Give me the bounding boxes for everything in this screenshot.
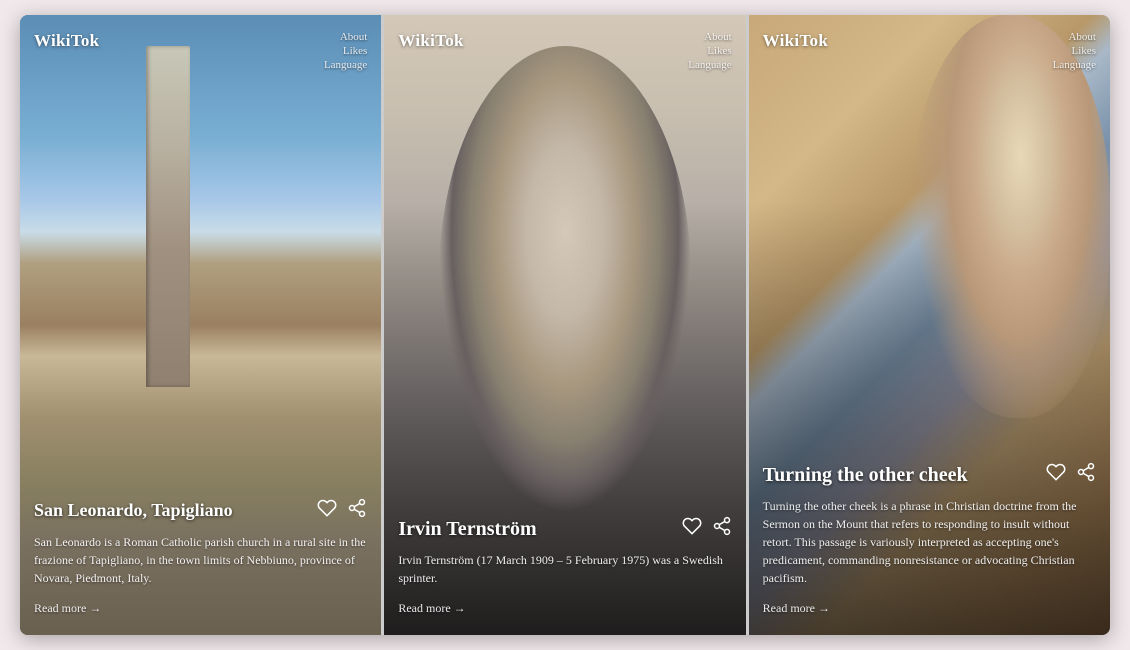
read-more-1[interactable]: Read more →: [34, 601, 101, 616]
brand-logo-3: WikiTok: [763, 31, 828, 51]
nav-about-3[interactable]: About: [1068, 31, 1096, 43]
card-3-title: Turning the other cheek: [763, 463, 968, 487]
card-2-title: Irvin Ternström: [398, 517, 536, 541]
like-button-1[interactable]: [317, 498, 337, 523]
card-irvin: WikiTok About Likes Language Irvin Terns…: [384, 15, 745, 635]
card-1-actions: [317, 498, 367, 523]
nav-language-2[interactable]: Language: [688, 59, 731, 71]
card-1-title: San Leonardo, Tapigliano: [34, 500, 233, 522]
card-1-header: WikiTok About Likes Language: [20, 15, 381, 71]
nav-likes-3[interactable]: Likes: [1072, 45, 1096, 57]
nav-about-1[interactable]: About: [340, 31, 368, 43]
card-2-nav: About Likes Language: [688, 31, 731, 71]
nav-about-2[interactable]: About: [704, 31, 732, 43]
card-2-description: Irvin Ternström (17 March 1909 – 5 Febru…: [398, 551, 731, 587]
nav-likes-2[interactable]: Likes: [707, 45, 731, 57]
wikitok-container: WikiTok About Likes Language San Leonard…: [20, 15, 1110, 635]
nav-language-1[interactable]: Language: [324, 59, 367, 71]
like-button-3[interactable]: [1046, 462, 1066, 487]
brand-logo-2: WikiTok: [398, 31, 463, 51]
card-2-footer: Irvin Ternström Irvin Ternström (17 Marc…: [384, 502, 745, 635]
like-button-2[interactable]: [682, 516, 702, 541]
card-1-title-row: San Leonardo, Tapigliano: [34, 498, 367, 523]
read-more-2[interactable]: Read more →: [398, 601, 465, 616]
card-2-header: WikiTok About Likes Language: [384, 15, 745, 71]
brand-logo-1: WikiTok: [34, 31, 99, 51]
card-san-leonardo: WikiTok About Likes Language San Leonard…: [20, 15, 381, 635]
card-2-title-row: Irvin Ternström: [398, 516, 731, 541]
card-1-nav: About Likes Language: [324, 31, 367, 71]
card-3-header: WikiTok About Likes Language: [749, 15, 1110, 71]
card-3-nav: About Likes Language: [1053, 31, 1096, 71]
share-button-1[interactable]: [347, 498, 367, 523]
card-turning-cheek: WikiTok About Likes Language Turning the…: [749, 15, 1110, 635]
card-3-description: Turning the other cheek is a phrase in C…: [763, 497, 1096, 587]
share-button-3[interactable]: [1076, 462, 1096, 487]
card-1-footer: San Leonardo, Tapigliano San Leonardo is…: [20, 484, 381, 635]
nav-likes-1[interactable]: Likes: [343, 45, 367, 57]
card-3-title-row: Turning the other cheek: [763, 462, 1096, 487]
card-2-actions: [682, 516, 732, 541]
read-more-3[interactable]: Read more →: [763, 601, 830, 616]
card-3-footer: Turning the other cheek Turning the othe…: [749, 448, 1110, 635]
nav-language-3[interactable]: Language: [1053, 59, 1096, 71]
share-button-2[interactable]: [712, 516, 732, 541]
card-3-actions: [1046, 462, 1096, 487]
card-1-description: San Leonardo is a Roman Catholic parish …: [34, 533, 367, 587]
